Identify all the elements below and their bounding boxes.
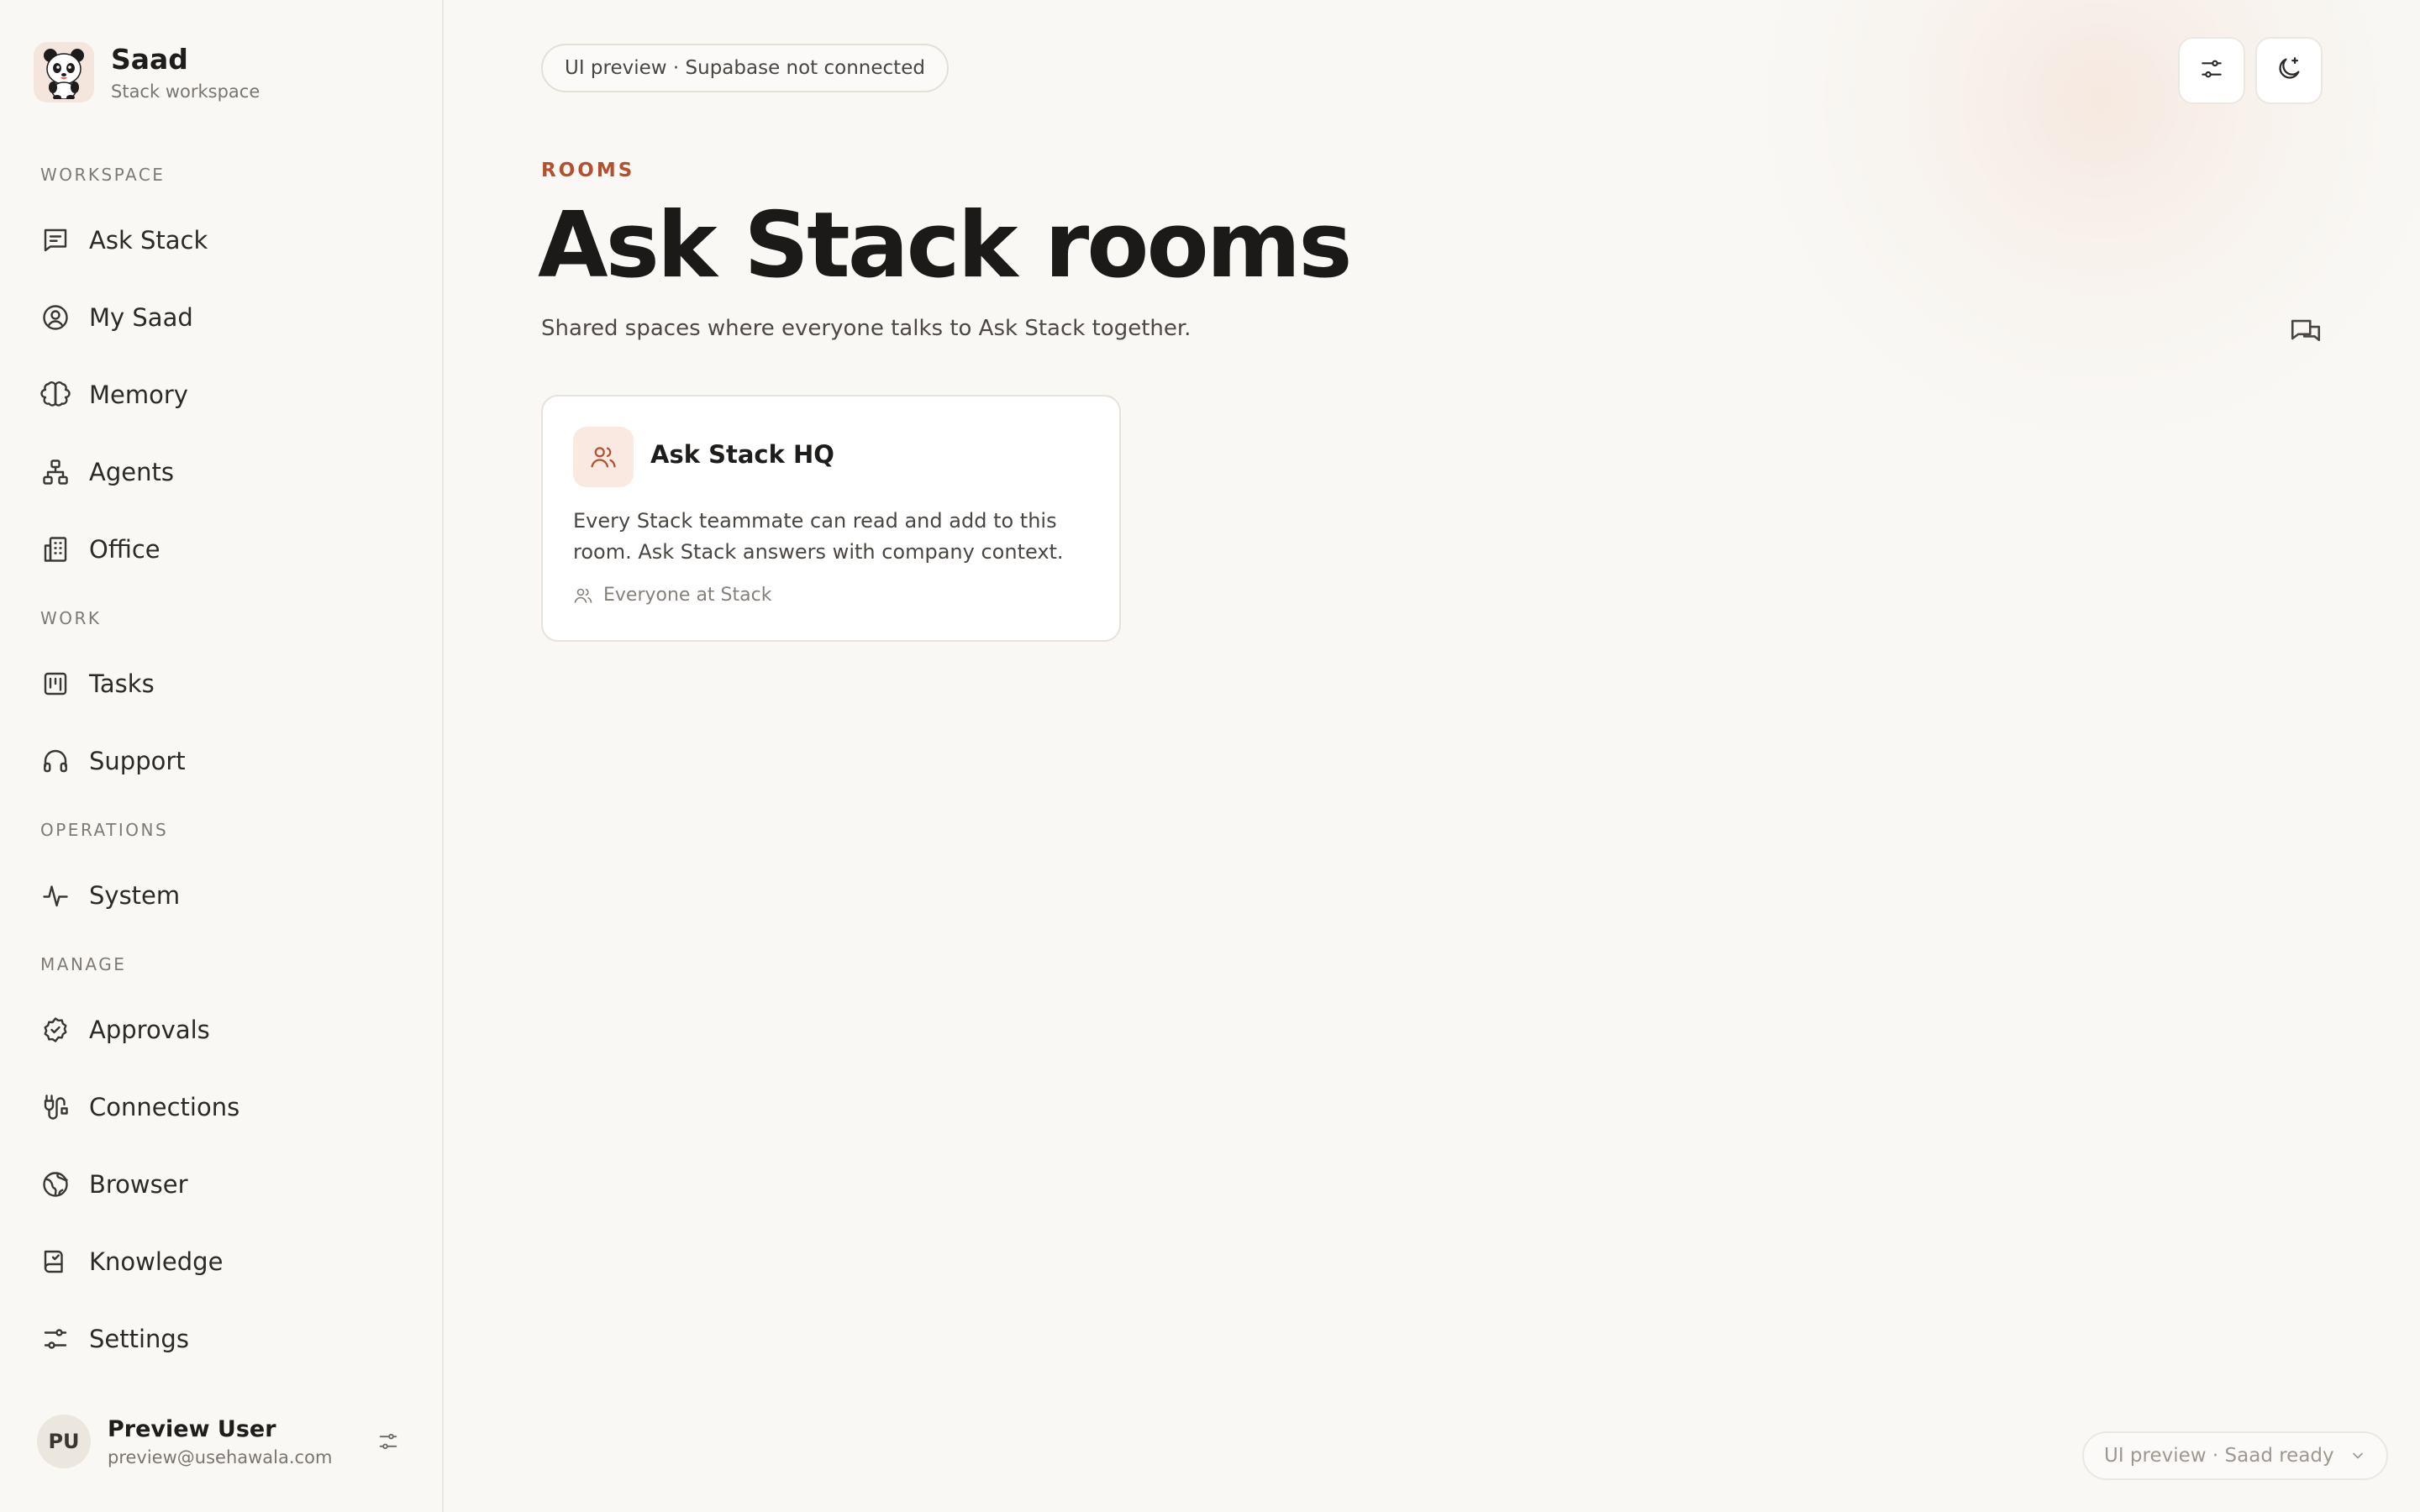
- section-label-work: WORK: [40, 608, 102, 628]
- sidebar-item-support[interactable]: Support: [34, 731, 412, 791]
- connection-status-pill: UI preview · Supabase not connected: [541, 44, 949, 92]
- sidebar-item-browser[interactable]: Browser: [34, 1154, 412, 1215]
- plug-icon: [39, 1090, 72, 1124]
- section-label-manage: MANAGE: [40, 954, 127, 974]
- filters-button[interactable]: [2178, 37, 2245, 104]
- user-profile[interactable]: PU Preview User preview@usehawala.com: [37, 1408, 407, 1475]
- users-small-icon: [574, 588, 592, 603]
- sidebar-item-label: Connections: [89, 1093, 240, 1121]
- app-status-dropdown[interactable]: UI preview · Saad ready: [2082, 1431, 2388, 1480]
- sliders-icon: [2198, 55, 2225, 86]
- sidebar-item-office[interactable]: Office: [34, 519, 412, 580]
- moon-icon: [2275, 55, 2303, 87]
- headphones-icon: [39, 744, 72, 778]
- sidebar-item-label: Settings: [89, 1325, 189, 1353]
- badge-check-icon: [39, 1013, 72, 1047]
- brand-subtitle: Stack workspace: [111, 81, 260, 102]
- kanban-icon: [39, 667, 72, 701]
- brand[interactable]: Saad Stack workspace: [34, 42, 260, 102]
- user-name: Preview User: [108, 1415, 276, 1442]
- sidebar-item-label: Approvals: [89, 1016, 210, 1044]
- brand-name: Saad: [111, 43, 188, 76]
- building-icon: [39, 533, 72, 566]
- network-icon: [39, 455, 72, 489]
- sidebar-item-system[interactable]: System: [34, 865, 412, 926]
- sidebar-item-tasks[interactable]: Tasks: [34, 654, 412, 714]
- chat-bubbles-icon[interactable]: [2286, 312, 2326, 353]
- user-circle-icon: [39, 301, 72, 334]
- sidebar-item-label: System: [89, 881, 181, 910]
- sidebar-item-label: Agents: [89, 458, 174, 486]
- chevron-down-icon: [2352, 1452, 2363, 1459]
- room-card-ask-stack-hq[interactable]: Ask Stack HQ Every Stack teammate can re…: [541, 395, 1121, 642]
- sidebar-item-label: Support: [89, 747, 186, 775]
- sidebar-item-settings[interactable]: Settings: [34, 1309, 412, 1369]
- app-status-label: UI preview · Saad ready: [2104, 1445, 2334, 1467]
- avatar: PU: [37, 1415, 91, 1468]
- page-title: Ask Stack rooms: [538, 193, 1352, 298]
- room-title: Ask Stack HQ: [650, 440, 834, 469]
- sidebar-item-knowledge[interactable]: Knowledge: [34, 1231, 412, 1292]
- page-description: Shared spaces where everyone talks to As…: [541, 316, 1192, 341]
- book-check-icon: [39, 1245, 72, 1278]
- sidebar-item-label: Knowledge: [89, 1247, 224, 1276]
- sidebar-item-label: Office: [89, 535, 160, 564]
- sidebar-item-memory[interactable]: Memory: [34, 365, 412, 425]
- room-audience-label: Everyone at Stack: [603, 585, 772, 606]
- activity-icon: [39, 879, 72, 912]
- section-label-workspace: WORKSPACE: [40, 165, 166, 185]
- sidebar-item-connections[interactable]: Connections: [34, 1077, 412, 1137]
- sidebar-item-agents[interactable]: Agents: [34, 442, 412, 502]
- message-square-icon: [39, 223, 72, 257]
- section-label-operations: OPERATIONS: [40, 820, 169, 840]
- sidebar-item-approvals[interactable]: Approvals: [34, 1000, 412, 1060]
- sidebar-item-ask-stack[interactable]: Ask Stack: [34, 210, 412, 270]
- globe-icon: [39, 1168, 72, 1201]
- user-settings-sliders-icon[interactable]: [370, 1423, 407, 1460]
- page-eyebrow: ROOMS: [541, 160, 635, 181]
- sidebar-item-label: Memory: [89, 381, 188, 409]
- brain-icon: [39, 378, 72, 412]
- panda-logo-icon: [34, 42, 94, 102]
- sidebar-item-my-saad[interactable]: My Saad: [34, 287, 412, 348]
- room-audience: Everyone at Stack: [573, 585, 771, 606]
- sidebar-item-label: Browser: [89, 1170, 188, 1199]
- sidebar-item-label: Ask Stack: [89, 226, 208, 255]
- sliders-icon: [39, 1322, 72, 1356]
- theme-toggle-button[interactable]: [2255, 37, 2323, 104]
- room-description: Every Stack teammate can read and add to…: [573, 509, 1064, 564]
- user-email: preview@usehawala.com: [108, 1446, 333, 1467]
- sidebar: Saad Stack workspace WORKSPACE Ask Stack…: [0, 0, 444, 1512]
- sidebar-item-label: Tasks: [89, 669, 155, 698]
- users-icon: [573, 427, 634, 487]
- sidebar-item-label: My Saad: [89, 303, 193, 332]
